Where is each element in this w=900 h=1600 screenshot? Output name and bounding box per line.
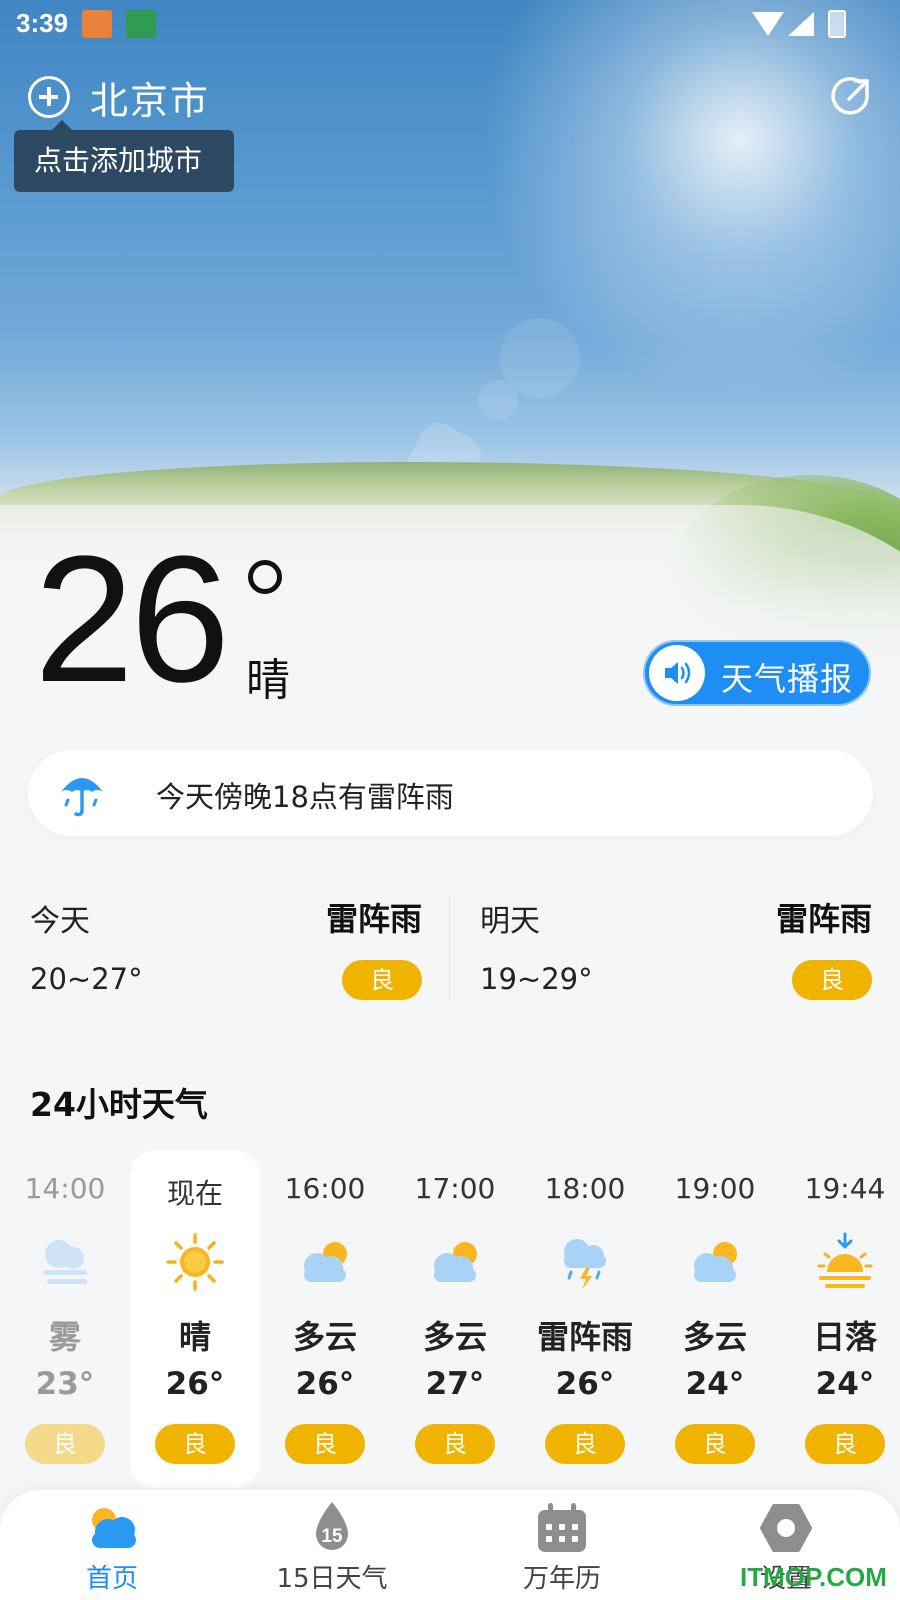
hourly-item[interactable]: 19:44 日落 24° 良 — [780, 1150, 900, 1488]
hour-temperature: 26° — [165, 1366, 225, 1402]
hour-weather: 日落 — [812, 1318, 877, 1356]
weather-broadcast-button[interactable]: 天气播报 — [643, 640, 871, 706]
hourly-item[interactable]: 19:00 多云 24° 良 — [650, 1150, 780, 1488]
aqi-badge: 良 — [675, 1424, 755, 1464]
nav-tab-15-day[interactable]: 15 15日天气 — [232, 1490, 432, 1600]
aqi-badge: 良 — [792, 960, 872, 1000]
hour-weather: 雾 — [48, 1318, 81, 1356]
aqi-badge: 良 — [155, 1424, 235, 1464]
hour-time: 16:00 — [284, 1172, 366, 1205]
add-city-icon[interactable] — [28, 76, 70, 118]
notification-app-icon — [126, 10, 156, 38]
current-condition: 晴 — [246, 655, 290, 706]
current-temperature: 26 — [34, 519, 230, 720]
status-time: 3:39 — [16, 8, 69, 38]
nav-label: 首页 — [85, 1564, 138, 1594]
nav-label: 万年历 — [522, 1564, 601, 1594]
speaker-icon — [649, 645, 705, 701]
battery-icon — [828, 10, 846, 38]
hour-weather: 雷阵雨 — [536, 1318, 633, 1356]
settings-icon — [758, 1500, 814, 1556]
hourly-item[interactable]: 17:00 多云 27° 良 — [390, 1150, 520, 1488]
hour-weather: 晴 — [178, 1318, 211, 1356]
hourly-forecast[interactable]: 14:00 雾 23° 良 现在 晴 26° 良 16:00 多云 26° 良 … — [0, 1150, 900, 1490]
share-icon[interactable] — [830, 76, 872, 118]
home-weather-icon — [84, 1500, 140, 1556]
fog-icon — [35, 1232, 95, 1292]
day-weather: 雷阵雨 — [325, 900, 422, 938]
divider — [449, 894, 450, 1002]
fifteen-day-badge: 15 — [321, 1526, 343, 1547]
hour-temperature: 24° — [685, 1366, 745, 1402]
nav-tab-home[interactable]: 首页 — [12, 1490, 212, 1600]
weather-alert-card[interactable]: 今天傍晚18点有雷阵雨 — [28, 750, 873, 836]
fifteen-day-icon: 15 — [304, 1500, 360, 1556]
hourly-item[interactable]: 18:00 雷阵雨 26° 良 — [520, 1150, 650, 1488]
day-temp-range: 19~29° — [480, 962, 593, 996]
degree-symbol — [248, 560, 282, 594]
hour-time: 14:00 — [24, 1172, 106, 1205]
hour-temperature: 26° — [555, 1366, 615, 1402]
add-city-tooltip[interactable]: 点击添加城市 — [14, 120, 234, 192]
partly-cloudy-icon — [425, 1232, 485, 1292]
hour-temperature: 24° — [815, 1366, 875, 1402]
hour-weather: 多云 — [682, 1318, 747, 1356]
hourly-item[interactable]: 14:00 雾 23° 良 — [0, 1150, 130, 1488]
broadcast-label: 天气播报 — [721, 660, 854, 698]
hour-time: 17:00 — [414, 1172, 496, 1205]
sunny-icon — [165, 1232, 225, 1292]
today-summary[interactable]: 今天 雷阵雨 20~27° 良 — [30, 890, 422, 1010]
thunderstorm-icon — [555, 1232, 615, 1292]
notification-app-icon — [82, 10, 112, 38]
hourly-section-title: 24小时天气 — [30, 1085, 208, 1124]
tomorrow-summary[interactable]: 明天 雷阵雨 19~29° 良 — [480, 890, 872, 1010]
day-name: 明天 — [480, 904, 540, 939]
status-bar: 3:39 — [0, 0, 900, 48]
aqi-badge: 良 — [342, 960, 422, 1000]
aqi-badge: 良 — [285, 1424, 365, 1464]
umbrella-icon — [58, 768, 106, 824]
signal-icon — [788, 12, 814, 36]
aqi-badge: 良 — [415, 1424, 495, 1464]
partly-cloudy-icon — [295, 1232, 355, 1292]
aqi-badge: 良 — [545, 1424, 625, 1464]
nav-label: 15日天气 — [276, 1564, 388, 1594]
sunset-icon — [815, 1232, 875, 1292]
wifi-icon — [752, 12, 784, 36]
hour-time: 18:00 — [544, 1172, 626, 1205]
day-name: 今天 — [30, 904, 90, 939]
nav-tab-calendar[interactable]: 万年历 — [462, 1490, 662, 1600]
hour-weather: 多云 — [292, 1318, 357, 1356]
hour-weather: 多云 — [422, 1318, 487, 1356]
aqi-badge: 良 — [25, 1424, 105, 1464]
hour-temperature: 26° — [295, 1366, 355, 1402]
hour-time: 现在 — [166, 1177, 223, 1210]
hour-temperature: 23° — [35, 1366, 95, 1402]
city-name[interactable]: 北京市 — [90, 70, 210, 125]
calendar-icon — [534, 1500, 590, 1556]
watermark: ITMOP.COM — [740, 1562, 887, 1592]
hour-temperature: 27° — [425, 1366, 485, 1402]
aqi-badge: 良 — [805, 1424, 885, 1464]
partly-cloudy-icon — [685, 1232, 745, 1292]
hourly-item-now[interactable]: 现在 晴 26° 良 — [130, 1150, 260, 1488]
day-temp-range: 20~27° — [30, 962, 143, 996]
day-weather: 雷阵雨 — [775, 900, 872, 938]
hour-time: 19:00 — [674, 1172, 756, 1205]
hour-time: 19:44 — [804, 1172, 886, 1205]
hourly-item[interactable]: 16:00 多云 26° 良 — [260, 1150, 390, 1488]
alert-text: 今天傍晚18点有雷阵雨 — [156, 780, 454, 814]
lens-flare — [478, 380, 518, 420]
